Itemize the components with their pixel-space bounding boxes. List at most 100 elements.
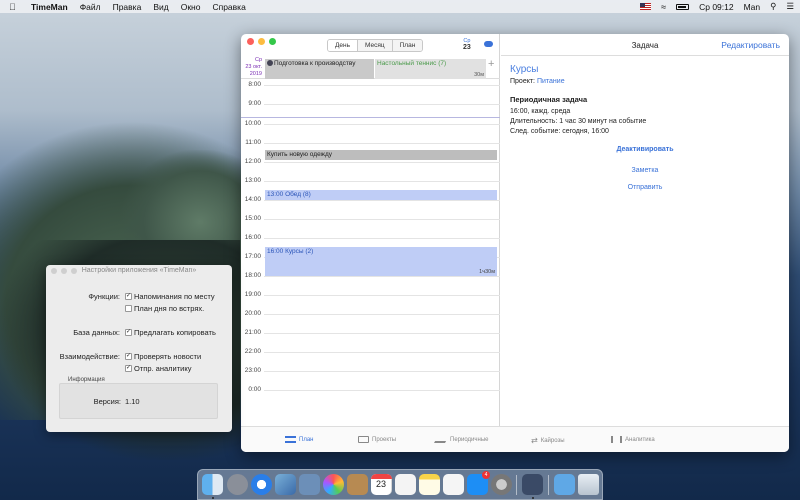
hour-row: 10:00 xyxy=(241,120,500,127)
photos-icon[interactable] xyxy=(323,474,344,495)
battery-icon[interactable] xyxy=(676,3,690,10)
calendar-app-icon[interactable]: 23 xyxy=(371,474,392,495)
preview-icon[interactable] xyxy=(299,474,320,495)
calendar-event-selected[interactable]: 16:00 Курсы (2) 1ч30м xyxy=(265,247,497,276)
calendar-event[interactable]: 13:00 Обед (8) xyxy=(265,190,497,200)
calendar-event[interactable]: Купить новую одежду xyxy=(265,150,497,160)
checkbox-send-analytics[interactable]: ✓ Отпр. аналитику xyxy=(125,364,191,373)
app-store-badge: 4 xyxy=(482,471,490,479)
today-button[interactable]: Ср 23 xyxy=(463,38,471,52)
task-next-event: След. событие: сегодня, 16:00 xyxy=(510,128,609,135)
checkbox-label: Проверять новости xyxy=(134,352,202,361)
menu-help[interactable]: Справка xyxy=(212,2,245,12)
photos-viewer-icon[interactable] xyxy=(275,474,296,495)
today-day: 23 xyxy=(463,44,471,51)
checkbox-location-reminders[interactable]: ✓ Напоминания по месту xyxy=(125,292,215,301)
all-day-event[interactable]: Подготовка к производству xyxy=(265,59,374,79)
checkbox-suggest-copy[interactable]: ✓ Предлагать копировать xyxy=(125,328,216,337)
launchpad-icon[interactable] xyxy=(227,474,248,495)
safari-icon[interactable] xyxy=(251,474,272,495)
hour-label: 21:00 xyxy=(244,329,261,336)
input-source-flag-icon[interactable] xyxy=(640,3,652,10)
tab-analytics[interactable]: Аналитика xyxy=(611,436,655,443)
apple-icon[interactable]:  xyxy=(9,2,19,12)
hour-row: 14:00 xyxy=(241,196,500,203)
timeman-icon[interactable] xyxy=(522,474,543,495)
checkbox-check-news[interactable]: ✓ Проверять новости xyxy=(125,352,201,361)
cloud-sync-icon[interactable] xyxy=(484,41,493,47)
hour-row: 21:00 xyxy=(241,329,500,336)
music-icon[interactable] xyxy=(443,474,464,495)
reminders-icon[interactable] xyxy=(395,474,416,495)
segment-day[interactable]: День xyxy=(328,40,358,51)
tab-label: Периодичные xyxy=(450,436,489,443)
version-value: 1.10 xyxy=(125,397,140,406)
send-button[interactable]: Отправить xyxy=(501,184,789,191)
checkbox-checked: ✓ xyxy=(125,329,132,336)
hour-row: 13:00 xyxy=(241,177,500,184)
task-detail-pane: Задача Редактировать Курсы Проект: Питан… xyxy=(501,34,789,426)
tab-kairos[interactable]: ⇄ Кайрозы xyxy=(531,436,565,445)
add-event-icon[interactable]: + xyxy=(488,58,494,70)
deactivate-button[interactable]: Деактивировать xyxy=(501,146,789,153)
app-store-icon[interactable]: 4 xyxy=(467,471,490,495)
system-preferences-icon[interactable] xyxy=(491,474,512,495)
project-link[interactable]: Питание xyxy=(537,78,565,85)
contacts-icon[interactable] xyxy=(347,474,368,495)
hour-label: 9:00 xyxy=(248,100,261,107)
event-duration: 1ч30м xyxy=(479,269,495,275)
menu-extras-icon[interactable]: ☰ xyxy=(786,1,794,12)
menu-edit[interactable]: Правка xyxy=(113,2,142,12)
segment-month[interactable]: Месяц xyxy=(358,40,393,51)
search-icon[interactable]: ⚲ xyxy=(770,1,776,12)
menu-view[interactable]: Вид xyxy=(153,2,168,12)
hour-row: 23:00 xyxy=(241,367,500,374)
tab-plan[interactable]: План xyxy=(285,436,313,443)
note-button[interactable]: Заметка xyxy=(501,167,789,174)
tab-periodic[interactable]: Периодичные xyxy=(433,436,489,443)
hour-row: 12:00 xyxy=(241,158,500,165)
menu-window[interactable]: Окно xyxy=(181,2,201,12)
minimize-window-button[interactable] xyxy=(258,38,265,45)
segment-plan[interactable]: План xyxy=(392,40,423,51)
hour-row: 20:00 xyxy=(241,310,500,317)
hour-label: 19:00 xyxy=(244,291,261,298)
menu-app-name[interactable]: TimeMan xyxy=(31,2,68,12)
plan-icon xyxy=(285,436,296,443)
interaction-label: Взаимодействие: xyxy=(59,352,120,361)
database-label: База данных: xyxy=(73,328,120,337)
checkbox-checked: ✓ xyxy=(125,365,132,372)
task-project: Проект: Питание xyxy=(510,78,565,85)
zoom-window-button[interactable] xyxy=(269,38,276,45)
menubar-clock[interactable]: Ср 09:12 xyxy=(699,2,734,12)
finder-icon[interactable] xyxy=(202,474,223,495)
wifi-icon[interactable]: ≈ xyxy=(661,2,666,12)
day-grid[interactable]: 8:00 9:00 10:00 11:00 12:00 13:00 14:00 … xyxy=(241,79,500,426)
hour-label: 22:00 xyxy=(244,348,261,355)
event-title: 13:00 Обед (8) xyxy=(267,191,311,198)
close-window-button[interactable] xyxy=(247,38,254,45)
info-group-label: Информация xyxy=(68,377,105,383)
tab-projects[interactable]: Проекты xyxy=(358,436,396,443)
hour-label: 0:00 xyxy=(248,386,261,393)
checkbox-day-plan[interactable]: План дня по встрях. xyxy=(125,304,204,313)
day-year: 2019 xyxy=(249,71,262,77)
hour-row: 16:00 xyxy=(241,234,500,241)
hour-row: 22:00 xyxy=(241,348,500,355)
settings-title: Настройки приложения «TimeMan» xyxy=(81,267,197,274)
hour-row: 19:00 xyxy=(241,291,500,298)
view-segmented-control: День Месяц План xyxy=(327,39,424,52)
menubar-user[interactable]: Man xyxy=(744,2,761,12)
current-time-line xyxy=(241,117,500,118)
hour-label: 17:00 xyxy=(244,253,261,260)
all-day-event[interactable]: Настольный теннис (7) 30м xyxy=(375,59,486,79)
downloads-folder-icon[interactable] xyxy=(554,474,575,495)
notes-icon[interactable] xyxy=(419,474,440,495)
edit-button[interactable]: Редактировать xyxy=(721,40,780,50)
version-label: Версия: xyxy=(93,397,121,406)
detail-header: Задача Редактировать xyxy=(501,34,789,56)
trash-icon[interactable] xyxy=(578,474,599,495)
checkbox-checked: ✓ xyxy=(125,293,132,300)
event-duration: 30м xyxy=(474,72,484,78)
menu-file[interactable]: Файл xyxy=(80,2,101,12)
